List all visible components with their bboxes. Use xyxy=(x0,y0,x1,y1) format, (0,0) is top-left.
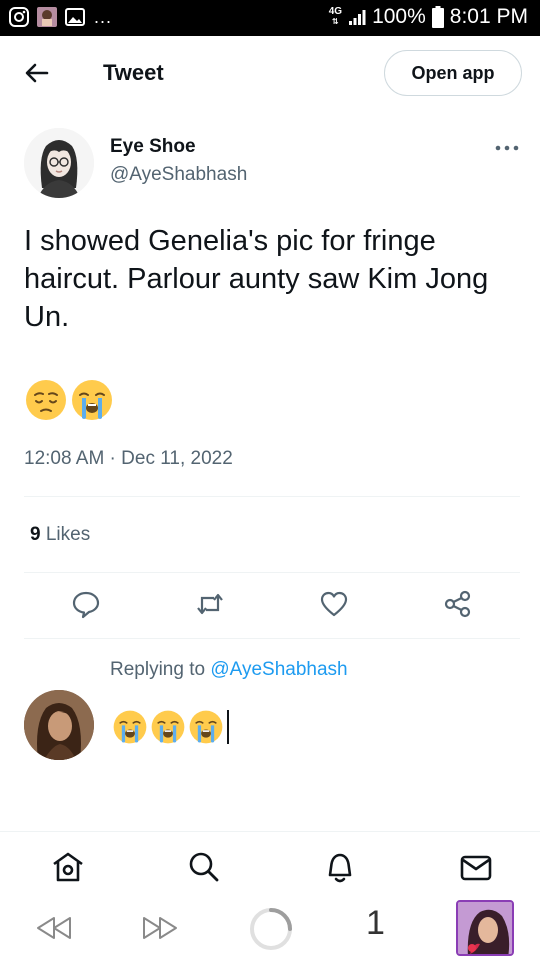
author-avatar-illustration xyxy=(24,128,94,198)
notifications-icon[interactable] xyxy=(322,849,358,885)
tweet-text: I showed Genelia's pic for fringe haircu… xyxy=(24,225,489,333)
status-bar: ... 4G ⇅ 100% 8:01 PM xyxy=(0,0,540,36)
reload-loading-icon[interactable] xyxy=(248,906,294,952)
loudly-crying-face-icon xyxy=(151,710,185,744)
tweet-timestamp[interactable]: 12:08 AM · Dec 11, 2022 xyxy=(24,448,233,470)
author-handle[interactable]: @AyeShabhash xyxy=(110,164,247,186)
likes-number: 9 xyxy=(30,524,41,545)
more-options-icon[interactable] xyxy=(494,140,520,156)
divider xyxy=(24,496,520,497)
back-arrow-icon[interactable] xyxy=(22,58,52,88)
likes-label: Likes xyxy=(45,524,91,545)
open-app-button[interactable]: Open app xyxy=(384,50,522,96)
more-notifications-indicator: ... xyxy=(94,7,113,27)
messages-icon[interactable] xyxy=(458,849,494,885)
replying-to: Replying to @AyeShabhash xyxy=(110,659,348,681)
user-avatar[interactable] xyxy=(24,690,94,760)
author-name[interactable]: Eye Shoe xyxy=(110,136,196,158)
like-heart-icon[interactable] xyxy=(318,588,350,620)
author-avatar[interactable] xyxy=(24,128,94,198)
reply-compose-input[interactable] xyxy=(112,708,229,746)
bottom-nav xyxy=(0,845,540,891)
loudly-crying-face-icon xyxy=(113,710,147,744)
tweet-actions xyxy=(0,588,540,624)
header: Tweet Open app xyxy=(0,36,540,110)
divider xyxy=(24,572,520,573)
tweet-emojis xyxy=(24,378,114,422)
divider xyxy=(24,638,520,639)
retweet-icon[interactable] xyxy=(194,588,226,620)
data-arrows-icon: ⇅ xyxy=(332,17,339,26)
replying-to-handle[interactable]: @AyeShabhash xyxy=(210,659,347,680)
share-icon[interactable] xyxy=(442,588,474,620)
status-notifications: ... xyxy=(8,6,112,28)
signal-icon xyxy=(349,10,366,25)
instagram-icon xyxy=(9,7,29,27)
battery-icon xyxy=(431,6,444,28)
user-avatar-photo xyxy=(24,690,94,760)
clock: 8:01 PM xyxy=(449,5,528,28)
replying-to-label: Replying to xyxy=(110,659,206,680)
notification-thumbnail-icon xyxy=(37,7,57,27)
search-icon[interactable] xyxy=(186,849,222,885)
text-cursor xyxy=(227,710,229,744)
profile-thumbnail-image xyxy=(458,902,512,954)
likes-count[interactable]: 9 Likes xyxy=(30,524,90,546)
battery-percent: 100% xyxy=(372,5,426,28)
reply-icon[interactable] xyxy=(70,588,102,620)
divider xyxy=(0,831,540,832)
network-type-label: 4G xyxy=(328,6,343,17)
browser-forward-icon[interactable] xyxy=(140,914,180,942)
gallery-icon xyxy=(65,8,85,26)
loudly-crying-face-icon xyxy=(189,710,223,744)
pensive-face-icon xyxy=(26,380,66,420)
browser-back-icon[interactable] xyxy=(34,914,74,942)
profile-thumbnail[interactable] xyxy=(456,900,514,956)
home-icon[interactable] xyxy=(50,849,86,885)
status-right: 4G ⇅ 100% 8:01 PM xyxy=(329,5,528,29)
page-title: Tweet xyxy=(103,60,164,85)
loudly-crying-face-icon xyxy=(72,380,112,420)
browser-toolbar: 1 xyxy=(0,896,540,960)
network-type-icon: 4G ⇅ xyxy=(329,7,342,27)
tab-count[interactable]: 1 xyxy=(366,904,385,943)
